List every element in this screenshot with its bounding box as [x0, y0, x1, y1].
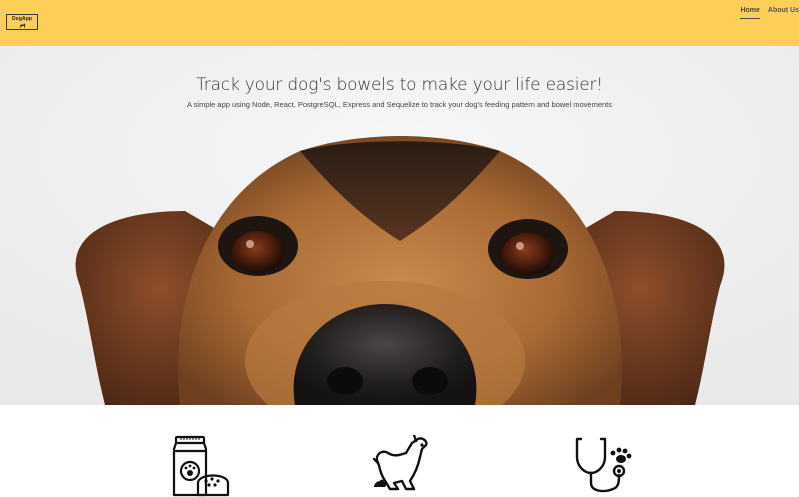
dog-logo-icon: [19, 23, 25, 28]
page: DogApp Home About Us Track your dog's bo…: [0, 0, 799, 497]
nav-link-about-us[interactable]: About Us: [768, 6, 799, 19]
hero-subtitle: A simple app using Node, React, PostgreS…: [186, 100, 612, 109]
vet-stethoscope-icon: [575, 437, 632, 493]
nav-link-home[interactable]: Home: [740, 6, 760, 19]
hero-title: Track your dog's bowels to make your lif…: [196, 75, 603, 95]
dog-food-icon: [172, 435, 230, 497]
logo-text: DogApp: [11, 16, 33, 22]
hero-section: Track your dog's bowels to make your lif…: [0, 46, 799, 405]
logo[interactable]: DogApp: [6, 14, 38, 30]
dog-pooping-icon: [372, 435, 428, 491]
features-section: [0, 405, 799, 497]
nav-links: Home About Us: [740, 6, 799, 19]
navbar: DogApp Home About Us: [0, 0, 799, 46]
